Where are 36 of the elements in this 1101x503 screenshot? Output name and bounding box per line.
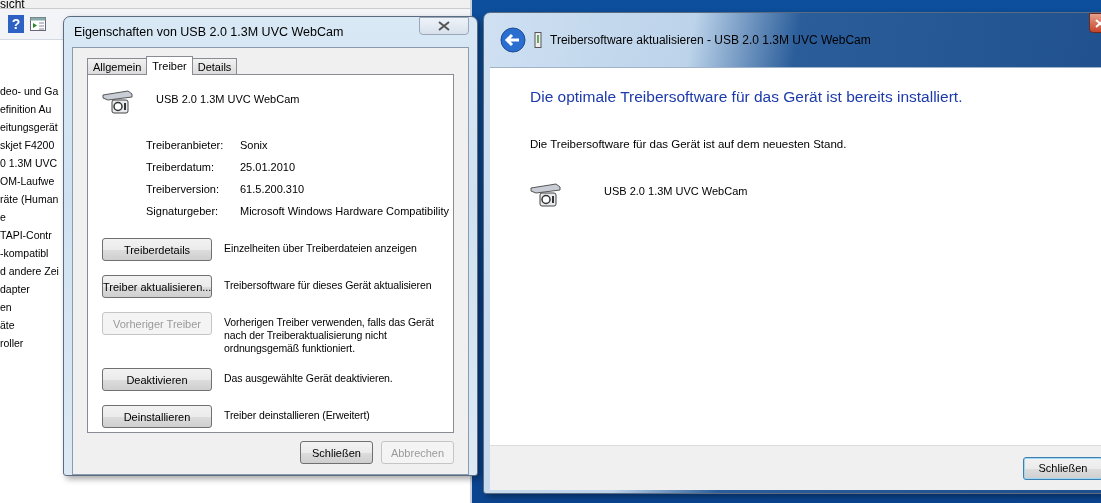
action-description: Treibersoftware für dieses Gerät aktualisieren <box>224 279 433 292</box>
driver-action-button[interactable]: Deinstallieren <box>102 405 212 428</box>
device-name: USB 2.0 1.3M UVC WebCam <box>156 93 300 105</box>
action-description: Treiber deinstallieren (Erweitert) <box>224 409 371 422</box>
tab[interactable]: Treiber <box>146 56 193 75</box>
field-label: Signaturgeber: <box>146 205 220 217</box>
field-value: 25.01.2010 <box>240 161 297 173</box>
usb-device-icon <box>534 32 542 48</box>
field-label: Treiberversion: <box>146 183 220 195</box>
field-label: Treiberanbieter: <box>146 139 225 151</box>
field-value: 61.5.200.310 <box>240 183 306 195</box>
driver-action-button[interactable]: Deaktivieren <box>102 368 212 391</box>
action-description: Das ausgewählte Gerät deaktivieren. <box>224 372 394 385</box>
window-title: Treibersoftware aktualisieren - USB 2.0 1.3M UVC WebCam <box>550 33 871 47</box>
window-title: Eigenschaften von USB 2.0 1.3M UVC WebCam <box>73 25 344 39</box>
webcam-icon <box>530 182 562 208</box>
device-name: USB 2.0 1.3M UVC WebCam <box>604 185 748 197</box>
status-heading: Die optimale Treibersoftware für das Gerät ist bereits installiert. <box>530 88 964 106</box>
close-icon <box>438 21 450 31</box>
field-value: Sonix <box>240 139 269 151</box>
webcam-icon <box>102 89 134 115</box>
driver-action-button[interactable]: Treiber aktualisieren... <box>102 275 212 298</box>
dialog-button[interactable]: Schließen <box>300 441 373 464</box>
close-button[interactable] <box>419 17 469 35</box>
window-icon[interactable] <box>30 17 46 31</box>
status-message: Die Treibersoftware für das Gerät ist auf dem neuesten Stand. <box>530 138 848 150</box>
field-value: Microsoft Windows Hardware Compatibility <box>240 205 450 217</box>
action-description: Vorherigen Treiber verwenden, falls das Gerät nach der Treiberaktualisierung nicht ordnungsgemäß funktioniert. <box>224 316 435 355</box>
action-description: Einzelheiten über Treiberdateien anzeigen <box>224 242 418 255</box>
field-label: Treiberdatum: <box>146 161 216 173</box>
driver-action-button[interactable]: Treiberdetails <box>102 238 212 261</box>
menu-item[interactable]: sicht <box>0 0 25 10</box>
tab[interactable]: Allgemein <box>87 58 148 75</box>
tab[interactable]: Details <box>191 58 238 75</box>
help-icon[interactable]: ? <box>8 15 24 33</box>
close-dialog-button[interactable]: Schließen <box>1023 456 1101 480</box>
